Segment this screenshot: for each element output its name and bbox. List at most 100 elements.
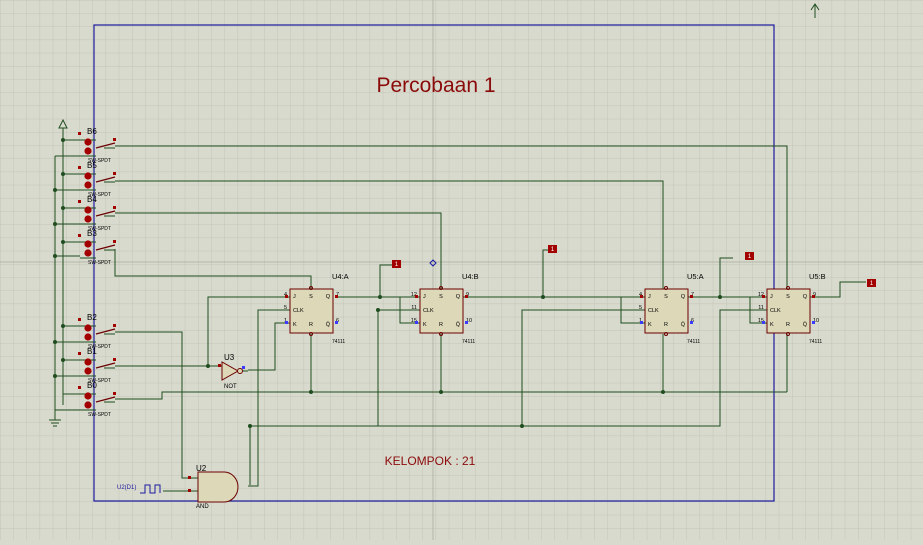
pin-marker (113, 206, 116, 209)
pin-marker (812, 295, 815, 298)
switch-ref: B0 (87, 381, 97, 390)
switch-ref: B5 (87, 161, 97, 170)
pin-marker (78, 234, 81, 237)
pin-label-k: K (423, 322, 427, 328)
pin-marker (188, 489, 191, 492)
pin-label-qbar: Q̄ (456, 321, 461, 328)
pin-marker (113, 392, 116, 395)
switch-contact-icon (84, 367, 92, 375)
not-gate-ref: U3 (224, 353, 235, 362)
pin-label-clk: CLK (648, 308, 659, 314)
pin-marker (113, 138, 116, 141)
pin-marker (78, 166, 81, 169)
pin-marker (218, 364, 221, 367)
pin-label-j: J (648, 294, 651, 300)
pin-number: 5 (639, 305, 642, 311)
pin-marker (242, 366, 245, 369)
clock-label: U2(D1) (117, 485, 136, 491)
pin-marker (465, 321, 468, 324)
pin-marker (465, 295, 468, 298)
pin-label-s: S (786, 294, 790, 300)
switch-contact-icon (84, 401, 92, 409)
switch-ref: B4 (87, 195, 97, 204)
pin-label-k: K (293, 322, 297, 328)
flipflop-ref: U4:B (462, 272, 479, 281)
and-gate-type: AND (196, 504, 209, 510)
switch-ref: B3 (87, 229, 97, 238)
pin-label-s: S (309, 294, 313, 300)
switch-type: SW-SPDT (88, 412, 111, 418)
pin-marker (762, 295, 765, 298)
pin-marker (78, 386, 81, 389)
pin-marker (113, 324, 116, 327)
flipflop-part: 74111 (462, 339, 475, 345)
pin-marker (690, 295, 693, 298)
pin-marker (113, 172, 116, 175)
pin-label-qbar: Q̄ (326, 321, 331, 328)
not-gate-type: NOT (224, 384, 237, 390)
pin-label-clk: CLK (293, 308, 304, 314)
pin-label-j: J (423, 294, 426, 300)
pin-label-k: K (648, 322, 652, 328)
pin-label-j: J (293, 294, 296, 300)
switch-ref: B1 (87, 347, 97, 356)
pin-label-s: S (439, 294, 443, 300)
logic-probe-3[interactable]: 1 (745, 252, 754, 260)
pin-label-qbar: Q̄ (803, 321, 808, 328)
logic-probe-2[interactable]: 1 (548, 245, 557, 253)
switch-type: SW-SPDT (88, 260, 111, 266)
flipflop-ref: U5:B (809, 272, 826, 281)
pin-marker (78, 318, 81, 321)
pin-label-q: Q (456, 294, 461, 300)
pin-marker (415, 321, 418, 324)
pin-label-r: R (786, 322, 790, 328)
switch-contact-icon (84, 147, 92, 155)
pin-label-r: R (439, 322, 443, 328)
flipflop-ref: U4:A (332, 272, 349, 281)
schematic-svg: Percobaan 1 KELOMPOK : 21 B6SW-SPDTB5SW-… (0, 0, 923, 540)
pin-marker (78, 352, 81, 355)
schematic-canvas[interactable]: Percobaan 1 KELOMPOK : 21 B6 SW-SPDT B5 … (0, 0, 923, 540)
switch-ref: B2 (87, 313, 97, 322)
pin-marker (188, 476, 191, 479)
pin-label-k: K (770, 322, 774, 328)
switch-contact-icon (84, 181, 92, 189)
switch-contact-icon (84, 333, 92, 341)
switch-contact-icon (84, 249, 92, 257)
pin-marker (762, 321, 765, 324)
flipflop-part: 74111 (332, 339, 345, 345)
pin-marker (335, 295, 338, 298)
switch-contact-icon (84, 172, 92, 180)
pin-label-r: R (664, 322, 668, 328)
switch-ref: B6 (87, 127, 97, 136)
pin-label-q: Q (803, 294, 808, 300)
pin-label-r: R (309, 322, 313, 328)
flipflop-ref: U5:A (687, 272, 704, 281)
sheet-title: Percobaan 1 (376, 74, 495, 97)
pin-marker (113, 358, 116, 361)
pin-marker (640, 295, 643, 298)
pin-number: 11 (411, 305, 417, 311)
switch-contact-icon (84, 358, 92, 366)
pin-label-q: Q (326, 294, 331, 300)
switch-contact-icon (84, 240, 92, 248)
logic-probe-4[interactable]: 1 (867, 279, 876, 287)
pin-marker (78, 200, 81, 203)
pin-label-clk: CLK (423, 308, 434, 314)
logic-probe-1[interactable]: 1 (392, 260, 401, 268)
pin-marker (640, 321, 643, 324)
pin-marker (812, 321, 815, 324)
pin-label-s: S (664, 294, 668, 300)
pin-label-qbar: Q̄ (681, 321, 686, 328)
pin-marker (690, 321, 693, 324)
pin-marker (285, 321, 288, 324)
pin-label-j: J (770, 294, 773, 300)
pin-label-q: Q (681, 294, 686, 300)
group-label: KELOMPOK : 21 (385, 454, 476, 468)
pin-marker (113, 240, 116, 243)
pin-marker (285, 295, 288, 298)
pin-marker (335, 321, 338, 324)
switch-contact-icon (84, 206, 92, 214)
and-gate-ref: U2 (196, 464, 207, 473)
switch-contact-icon (84, 392, 92, 400)
